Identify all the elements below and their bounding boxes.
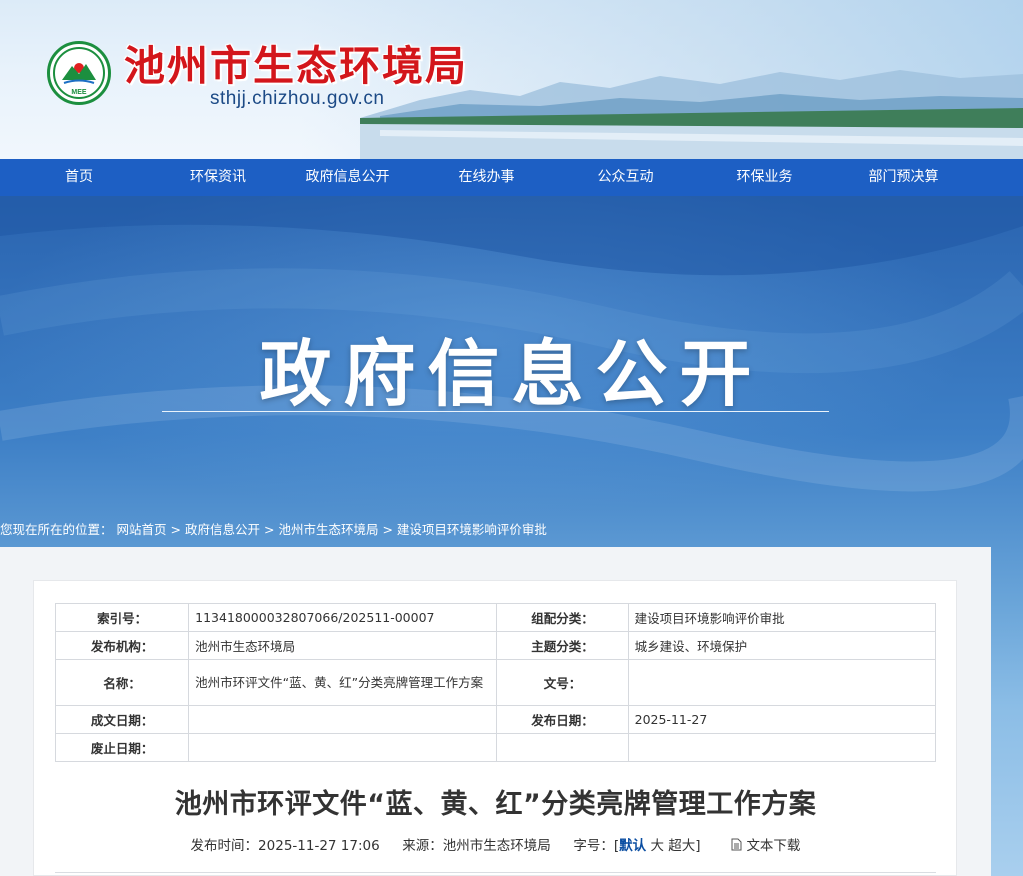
mee-emblem-icon: MEE xyxy=(53,47,105,99)
table-row: 名称： 池州市环评文件“蓝、黄、红”分类亮牌管理工作方案 文号： xyxy=(54,659,937,706)
breadcrumb-bureau[interactable]: 池州市生态环境局 xyxy=(278,522,378,537)
docno-value xyxy=(627,659,937,706)
publish-time-label: 发布时间： xyxy=(190,838,259,854)
breadcrumb-separator: > xyxy=(170,522,181,537)
nav-item-budget[interactable]: 部门预决算 xyxy=(834,159,973,196)
nav-item-online-service[interactable]: 在线办事 xyxy=(417,159,556,196)
svg-text:MEE: MEE xyxy=(71,89,87,96)
expire-date-value xyxy=(188,733,498,762)
font-size-default[interactable]: 默认 xyxy=(619,838,646,854)
table-row: 索引号： 113418000032807066/202511-00007 组配分… xyxy=(54,603,937,632)
breadcrumb-eia-approval[interactable]: 建设项目环境影响评价审批 xyxy=(397,522,547,537)
empty-cell xyxy=(496,733,629,762)
breadcrumb: 您现在所在的位置： 网站首页 > 政府信息公开 > 池州市生态环境局 > 建设项… xyxy=(0,519,547,537)
table-row: 发布机构： 池州市生态环境局 主题分类： 城乡建设、环境保护 xyxy=(54,631,937,660)
breadcrumb-separator: > xyxy=(382,522,393,537)
created-date-value xyxy=(188,705,498,734)
table-row: 成文日期： 发布日期： 2025-11-27 xyxy=(54,705,937,734)
topic-value: 城乡建设、环境保护 xyxy=(627,631,937,660)
breadcrumb-home[interactable]: 网站首页 xyxy=(117,522,167,537)
document-icon xyxy=(731,838,742,851)
site-header: MEE 池州市生态环境局 sthjj.chizhou.gov.cn xyxy=(0,0,1023,159)
topic-label: 主题分类： xyxy=(496,631,629,660)
nav-item-env-business[interactable]: 环保业务 xyxy=(695,159,834,196)
name-value: 池州市环评文件“蓝、黄、红”分类亮牌管理工作方案 xyxy=(188,659,498,706)
name-label: 名称： xyxy=(54,659,190,706)
source-value: 池州市生态环境局 xyxy=(442,838,551,854)
breadcrumb-prefix: 您现在所在的位置： xyxy=(0,522,113,537)
table-row: 废止日期： xyxy=(54,733,937,762)
empty-cell xyxy=(627,733,937,762)
mee-logo[interactable]: MEE xyxy=(47,41,111,105)
site-domain: sthjj.chizhou.gov.cn xyxy=(210,88,385,109)
expire-date-label: 废止日期： xyxy=(54,733,190,762)
font-size-xlarge[interactable]: 超大 xyxy=(668,838,695,854)
docno-label: 文号： xyxy=(496,659,629,706)
banner-divider xyxy=(162,411,829,412)
nav-item-news[interactable]: 环保资讯 xyxy=(158,159,278,196)
text-download-label[interactable]: 文本下载 xyxy=(746,838,800,854)
nav-item-gov-info[interactable]: 政府信息公开 xyxy=(278,159,417,196)
nav-item-home[interactable]: 首页 xyxy=(0,159,158,196)
main-nav: 首页 环保资讯 政府信息公开 在线办事 公众互动 环保业务 部门预决算 xyxy=(0,159,1023,196)
index-value: 113418000032807066/202511-00007 xyxy=(188,603,498,632)
nav-item-public-interaction[interactable]: 公众互动 xyxy=(556,159,695,196)
font-size-label: 字号：[ xyxy=(573,838,620,854)
banner-title: 政府信息公开 xyxy=(259,332,764,416)
article-title: 池州市环评文件“蓝、黄、红”分类亮牌管理工作方案 xyxy=(174,789,817,820)
publisher-value: 池州市生态环境局 xyxy=(188,631,498,660)
publisher-label: 发布机构： xyxy=(54,631,190,660)
breadcrumb-gov-info[interactable]: 政府信息公开 xyxy=(185,522,260,537)
article-divider xyxy=(55,872,936,873)
breadcrumb-separator: > xyxy=(263,522,275,537)
article-meta: 发布时间：2025-11-27 17:06 来源：池州市生态环境局 字号：[默认… xyxy=(55,834,936,854)
created-date-label: 成文日期： xyxy=(54,705,190,734)
index-label: 索引号： xyxy=(54,603,190,632)
published-date-value: 2025-11-27 xyxy=(627,705,937,734)
publish-time-value: 2025-11-27 17:06 xyxy=(258,838,380,854)
site-title[interactable]: 池州市生态环境局 xyxy=(124,32,468,92)
source-label: 来源： xyxy=(402,838,443,854)
published-date-label: 发布日期： xyxy=(496,705,629,734)
category-label: 组配分类： xyxy=(496,603,629,632)
info-table: 索引号： 113418000032807066/202511-00007 组配分… xyxy=(54,603,937,762)
font-size-large[interactable]: 大 xyxy=(650,838,664,854)
font-size-close: ] xyxy=(695,838,701,854)
category-value: 建设项目环境影响评价审批 xyxy=(627,603,937,632)
text-download-link[interactable]: 文本下载 xyxy=(731,838,800,854)
